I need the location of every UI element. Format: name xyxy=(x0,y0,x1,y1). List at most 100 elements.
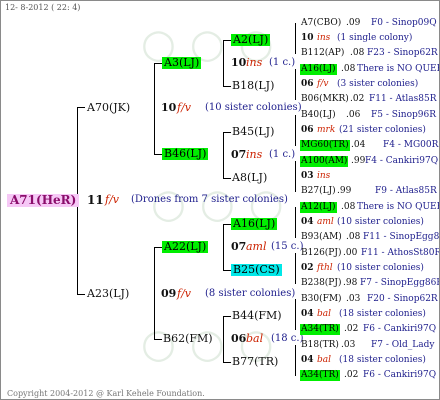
gen4-reference: F5 - Sinop96R xyxy=(371,110,436,120)
connector xyxy=(223,178,231,179)
gen3-b18-label[interactable]: B18(LJ) xyxy=(232,80,274,92)
gen4-value: .08 xyxy=(341,202,356,212)
gen4-value: .98 xyxy=(343,278,358,288)
connector xyxy=(223,40,224,87)
gen4-drone-mark: bal xyxy=(317,309,332,319)
gen4-reference: F6 - Cankiri97Q xyxy=(363,324,437,334)
copyright: Copyright 2004-2012 @ Karl Kehele Founda… xyxy=(7,389,205,398)
connector xyxy=(295,23,296,54)
gen3-a16-note: (15 c.) xyxy=(271,241,304,252)
gen4-queen-label[interactable]: A7(CBO) xyxy=(301,18,341,29)
gen3-b44-mark: bal xyxy=(246,332,264,345)
gen3-b45-label[interactable]: B45(LJ) xyxy=(232,126,274,138)
gen4-reference: F4 - Cankiri97Q xyxy=(365,156,439,166)
gen4-queen-label[interactable]: A34(TR) xyxy=(300,324,340,335)
connector xyxy=(223,316,224,363)
gen4-value: .08 xyxy=(341,64,356,74)
gen1-upper-mark: f/v xyxy=(177,101,191,114)
gen1-upper-label[interactable]: A70(JK) xyxy=(87,102,130,114)
gen4-value: .04 xyxy=(351,140,366,150)
root-drone-num: 11 xyxy=(87,193,104,207)
gen4-reference: F11 - AthosSt80R xyxy=(361,248,440,258)
gen2-a22-label[interactable]: A22(LJ) xyxy=(162,241,209,253)
gen3-b44-label[interactable]: B44(FM) xyxy=(232,310,282,322)
gen4-value: .99 xyxy=(351,156,366,166)
gen4-value: .06 xyxy=(346,110,361,120)
gen1-lower-num: 09 xyxy=(161,287,177,300)
date-stamp: 12- 8-2012 ( 22: 4) xyxy=(5,3,81,12)
gen4-queen-label[interactable]: B06(MKR) xyxy=(301,94,349,105)
pedigree-panel: ○ ○ ○ ○ ○ ○ ○ ○ ○ 12- 8-2012 ( 22: 4) Co… xyxy=(0,0,440,400)
gen4-queen-label[interactable]: B27(LJ) xyxy=(301,186,336,197)
gen4-reference: F23 - Sinop62R xyxy=(367,48,438,58)
gen4-reference: F11 - Atlas85R xyxy=(369,94,437,104)
gen4-drone-mark: bal xyxy=(317,355,332,365)
gen3-a16-label[interactable]: A16(LJ) xyxy=(231,218,278,230)
gen4-value: .08 xyxy=(346,232,361,242)
gen3-b77-label[interactable]: B77(TR) xyxy=(232,356,278,368)
gen4-drone-mark: fthl xyxy=(317,263,333,273)
gen4-queen-label[interactable]: A100(AM) xyxy=(300,156,349,167)
gen4-reference: F9 - Atlas85R xyxy=(375,186,437,196)
gen1-lower-label[interactable]: A23(LJ) xyxy=(87,288,129,300)
gen4-value: .02 xyxy=(344,324,359,334)
connector xyxy=(223,224,224,271)
gen4-reference: F0 - Sinop09Q xyxy=(371,18,437,28)
gen4-drone-num: 10 xyxy=(301,33,314,43)
gen4-queen-label[interactable]: A12(LJ) xyxy=(300,202,337,213)
gen4-queen-label[interactable]: MG60(TR) xyxy=(300,140,350,151)
gen4-reference: There is NO QUEEN xyxy=(357,64,439,74)
gen4-drone-num: 04 xyxy=(301,355,314,365)
connector xyxy=(295,161,296,192)
gen3-a2-num: 10 xyxy=(231,56,247,69)
gen4-drone-num: 04 xyxy=(301,309,314,319)
root-queen-label[interactable]: A71(HeR) xyxy=(7,194,80,207)
gen4-value: .03 xyxy=(341,340,356,350)
gen1-lower-note: (8 sister colonies) xyxy=(205,288,296,299)
gen4-value: .99 xyxy=(337,186,352,196)
gen3-a8-label[interactable]: A8(LJ) xyxy=(232,172,267,184)
gen4-queen-label[interactable]: B238(PJ) xyxy=(301,278,341,289)
gen2-b62-label[interactable]: B62(FM) xyxy=(163,333,213,345)
connector xyxy=(77,294,85,295)
gen4-queen-label[interactable]: B30(FM) xyxy=(301,294,342,305)
gen4-drone-mark: aml xyxy=(317,217,334,227)
gen4-queen-label[interactable]: B112(AP) xyxy=(301,48,344,59)
gen3-a16-mark: aml xyxy=(246,240,267,253)
connector xyxy=(77,107,85,108)
connector xyxy=(223,132,224,179)
gen4-drone-num: 02 xyxy=(301,263,314,273)
gen3-b44-note: (18 c.) xyxy=(271,333,304,344)
gen4-queen-label[interactable]: A34(TR) xyxy=(300,370,340,381)
gen4-queen-label[interactable]: B93(AM) xyxy=(301,232,342,243)
gen2-b46-label[interactable]: B46(LJ) xyxy=(162,148,209,160)
gen3-a2-label[interactable]: A2(LJ) xyxy=(231,34,271,46)
connector xyxy=(295,207,296,238)
connector xyxy=(223,86,231,87)
root-drone-note: (Drones from 7 sister colonies) xyxy=(131,194,288,205)
gen4-reference: F7 - SinopEgg86R xyxy=(360,278,440,288)
connector xyxy=(154,339,162,340)
gen2-a3-label[interactable]: A3(LJ) xyxy=(162,57,202,69)
gen4-queen-label[interactable]: B40(LJ) xyxy=(301,110,336,121)
connector xyxy=(295,253,296,284)
gen3-b25-label[interactable]: B25(CS) xyxy=(231,264,282,276)
connector xyxy=(223,362,231,363)
gen1-lower-mark: f/v xyxy=(177,287,191,300)
connector xyxy=(223,132,231,133)
gen3-b45-mark: ins xyxy=(246,148,263,161)
connector xyxy=(223,40,231,41)
gen3-a2-note: (1 c.) xyxy=(269,57,296,68)
gen4-drone-note: (10 sister colonies) xyxy=(337,263,424,273)
gen4-queen-label[interactable]: B18(TR) xyxy=(301,340,339,351)
gen4-queen-label[interactable]: A16(LJ) xyxy=(300,64,337,75)
connector xyxy=(223,224,231,225)
connector xyxy=(295,69,296,100)
gen4-queen-label[interactable]: B126(PJ) xyxy=(301,248,341,259)
gen3-b45-num: 07 xyxy=(231,148,247,161)
gen4-value: .09 xyxy=(346,18,361,28)
gen1-upper-num: 10 xyxy=(161,101,177,114)
connector xyxy=(154,154,162,155)
connector xyxy=(154,247,155,339)
gen4-drone-note: (3 sister colonies) xyxy=(337,79,419,89)
